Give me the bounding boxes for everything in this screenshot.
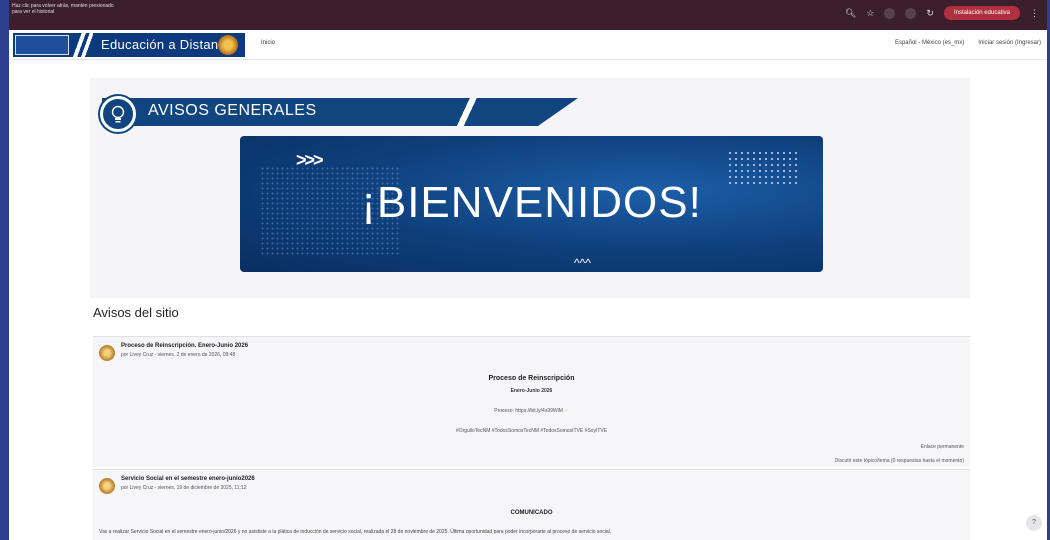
back-tooltip: Haz clic para volver atrás, mantén presi… [12, 3, 142, 15]
post-hashtags[interactable]: #OrgulloTecNM #TodosSomosTecNM #TodosSom… [93, 428, 970, 434]
refresh-icon[interactable]: ↻ [926, 8, 934, 19]
pointing-hand-icon: ☞ [564, 408, 569, 414]
welcome-text: ¡BIENVENIDOS! [361, 178, 702, 227]
login-link[interactable]: Iniciar sesión (Ingresar) [978, 40, 1041, 46]
post-link-text[interactable]: Proceso: https://bit.ly/4s99WiM [494, 408, 564, 414]
post-heading: Proceso de Reinscripción [488, 375, 575, 382]
tooltip-line-2: para ver el historial [12, 9, 55, 15]
post-link-line: Proceso: https://bit.ly/4s99WiM ☞ [93, 408, 970, 414]
mini-chevron-icon: ^^^ [574, 256, 591, 270]
post-title[interactable]: Servicio Social en el semestre enero-jun… [121, 476, 255, 482]
news-post: Proceso de Reinscripción. Enero-Junio 20… [93, 336, 970, 467]
brand-title: Educación a Distancia [101, 37, 236, 52]
permalink-link[interactable]: Enlace permanente [921, 444, 964, 450]
institute-seal-icon [218, 35, 238, 55]
nav-inicio-link[interactable]: Inicio [261, 40, 275, 46]
menu-icon[interactable]: ⋮ [1030, 8, 1039, 19]
extension-icon-2[interactable] [905, 7, 917, 19]
author-avatar [99, 345, 115, 361]
avisos-generales-title: AVISOS GENERALES [148, 102, 317, 119]
post-heading: COMUNICADO [510, 510, 553, 516]
banner-stripe [446, 98, 486, 126]
brand-slash-decoration [73, 33, 93, 57]
post-meta: por Livey Cruz - viernes, 19 de diciembr… [121, 485, 247, 491]
extension-button[interactable]: Instalación educativa [943, 6, 1020, 20]
author-avatar [99, 478, 115, 494]
post-meta: por Livey Cruz - viernes, 2 de enero de … [121, 352, 236, 358]
nav-right: Español - México (es_mx) Iniciar sesión … [895, 40, 1041, 46]
site-navbar: Educación a Distancia Inicio Español - M… [9, 30, 1047, 60]
site-news-title: Avisos del sitio [93, 305, 179, 320]
browser-controls: 🔍︎ ☆ ↻ Instalación educativa ⋮ [845, 6, 1039, 20]
discuss-link[interactable]: Discutir este tópico/tema (0 respuestas … [835, 458, 964, 464]
zoom-icon[interactable]: 🔍︎ [845, 8, 856, 19]
star-icon[interactable]: ☆ [866, 8, 874, 19]
language-selector[interactable]: Español - México (es_mx) [895, 40, 964, 46]
lightbulb-icon [100, 96, 136, 132]
welcome-banner: >>> ¡BIENVENIDOS! ^^^ [240, 136, 823, 272]
post-subheading: Enero-Junio 2026 [510, 388, 553, 394]
browser-toolbar: Haz clic para volver atrás, mantén presi… [9, 0, 1047, 30]
site-brand[interactable]: Educación a Distancia [13, 33, 245, 57]
help-button[interactable]: ? [1026, 515, 1042, 531]
news-post: Servicio Social en el semestre enero-jun… [93, 469, 970, 540]
post-title[interactable]: Proceso de Reinscripción. Enero-Junio 20… [121, 343, 248, 349]
post-body: Vas a realizar Servicio Social en el sem… [99, 529, 612, 535]
window-frame-left [0, 0, 9, 540]
extension-icon[interactable] [884, 7, 896, 19]
tecnm-logo [15, 35, 69, 55]
chevrons-icon: >>> [296, 150, 324, 170]
